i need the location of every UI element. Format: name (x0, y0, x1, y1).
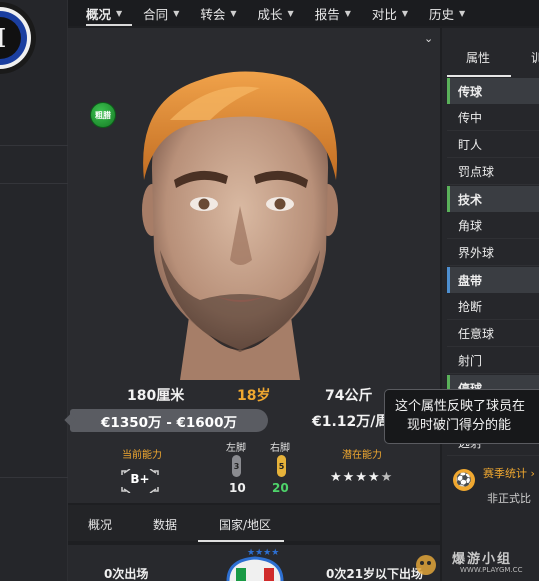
tab-stats[interactable]: 数据 (153, 516, 177, 533)
left-foot-icon-text: 3 (233, 461, 240, 471)
svg-text:★★★★: ★★★★ (247, 548, 279, 558)
attribute-row[interactable]: 盘带 (447, 267, 539, 293)
chevron-down-icon: ▼ (116, 8, 123, 18)
top-navigation: 概况 ▼ 合同 ▼ 转会 ▼ 成长 ▼ 报告 ▼ 对比 ▼ 历史 ▼ (68, 0, 539, 26)
nav-tab-contract[interactable]: 合同 ▼ (143, 4, 179, 23)
star-icon: ★ (330, 470, 343, 485)
attribute-label: 技术 (458, 192, 483, 207)
attribute-row[interactable]: 界外球 (447, 240, 539, 266)
sidebar-divider (0, 477, 68, 478)
star-icon: ★ (342, 470, 356, 485)
current-ability-value: B+ (130, 472, 150, 486)
chevron-down-icon: ▼ (344, 8, 351, 18)
svg-text:I: I (0, 24, 6, 54)
attributes-tab-indicator (447, 75, 511, 77)
tab-attributes[interactable]: 属性 (466, 49, 490, 66)
attribute-label: 射门 (458, 354, 483, 368)
player-face-image (142, 71, 338, 380)
left-foot-value: 10 (229, 481, 246, 495)
chevron-down-icon: ▼ (173, 8, 180, 18)
attribute-label: 罚点球 (458, 165, 495, 179)
national-team-crest-icon: ★★★★ (226, 548, 284, 581)
tab-training[interactable]: 训 (531, 49, 539, 66)
chevron-down-icon[interactable]: ⌄ (424, 32, 433, 45)
tab-nation[interactable]: 国家/地区 (219, 516, 271, 533)
attribute-row[interactable]: 角球 (447, 213, 539, 239)
watermark-url: WWW.PLAYGM.CC (460, 566, 523, 574)
nav-tab-label: 概况 (86, 6, 112, 22)
transfer-value-tag[interactable]: €1350万 - €1600万 (70, 409, 268, 432)
left-foot-icon: 3 (232, 455, 241, 477)
nav-tab-label: 合同 (143, 6, 169, 22)
attribute-label: 盘带 (458, 273, 483, 288)
nav-tab-development[interactable]: 成长 ▼ (258, 4, 294, 23)
left-foot-label: 左脚 (226, 443, 246, 454)
season-stats-subtitle: 非正式比 (487, 492, 531, 505)
tooltip-line: 这个属性反映了球员在 (395, 399, 526, 414)
attribute-row[interactable]: 罚点球 (447, 159, 539, 185)
right-foot-value: 20 (272, 481, 289, 495)
u21-caps-count: 0次21岁以下出场 (326, 567, 424, 581)
attribute-label: 界外球 (458, 246, 495, 260)
nav-tab-transfer[interactable]: 转会 ▼ (200, 4, 236, 23)
attribute-row[interactable]: 射门 (447, 348, 539, 374)
star-icon: ★ (355, 470, 368, 485)
attribute-label: 盯人 (458, 138, 483, 152)
attribute-row[interactable]: 传球 (447, 78, 539, 104)
attribute-row[interactable]: 盯人 (447, 132, 539, 158)
caps-count: 0次出场 (104, 567, 149, 581)
club-crest-icon: I (0, 2, 36, 74)
left-sidebar: I (0, 0, 68, 581)
player-age: 18岁 (237, 388, 271, 404)
right-foot-icon: 5 (277, 455, 286, 477)
chevron-down-icon: ▼ (401, 8, 409, 18)
star-icon: ★ (367, 470, 381, 485)
potential-stars-rating: ★★★★★ (330, 470, 393, 485)
attribute-label: 角球 (458, 219, 483, 233)
attribute-row[interactable]: 技术 (447, 186, 539, 212)
football-icon: ⚽ (453, 469, 475, 491)
attribute-row[interactable]: 抢断 (447, 294, 539, 320)
potential-ability-label: 潜在能力 (342, 450, 382, 461)
bottom-tab-bar: 概况 数据 国家/地区 (68, 505, 440, 541)
sidebar-divider (0, 145, 68, 146)
right-foot-icon-text: 5 (278, 461, 285, 471)
bottom-tab-active-indicator (198, 540, 284, 542)
chevron-down-icon: ▼ (230, 8, 237, 18)
attribute-label: 抢断 (458, 300, 483, 314)
nav-tab-label: 对比 (371, 6, 397, 22)
nav-tab-label: 历史 (429, 6, 455, 22)
player-height: 180厘米 (127, 388, 185, 404)
attribute-label: 传中 (458, 111, 483, 125)
current-ability-label: 当前能力 (122, 450, 162, 461)
nav-tab-overview[interactable]: 概况 ▼ (86, 4, 122, 23)
star-icon: ★ (380, 470, 394, 485)
attribute-label: 任意球 (458, 327, 495, 341)
nav-tab-label: 成长 (257, 6, 283, 22)
attribute-row[interactable]: 任意球 (447, 321, 539, 347)
nav-tab-label: 转会 (200, 6, 226, 22)
right-foot-label: 右脚 (270, 443, 290, 454)
player-wage: €1.12万/周 (312, 414, 390, 430)
nav-tab-reports[interactable]: 报告 ▼ (315, 4, 351, 23)
player-profile-screen: I 概况 ▼ 合同 ▼ 转会 ▼ 成长 ▼ 报告 ▼ 对比 ▼ 历史 ▼ ⌄ 粗腊 (0, 0, 539, 581)
position-badge-label: 粗腊 (95, 110, 111, 120)
tab-overview[interactable]: 概况 (88, 516, 112, 533)
player-weight: 74公斤 (325, 388, 373, 404)
nav-tab-compare[interactable]: 对比 ▼ (372, 4, 408, 23)
nav-tab-history[interactable]: 历史 ▼ (429, 4, 465, 23)
tooltip-line: 现时破门得分的能 (407, 418, 512, 433)
watermark-text: 爆游小组 (452, 552, 513, 567)
attribute-tooltip: 这个属性反映了球员在 现时破门得分的能 (384, 389, 539, 444)
sidebar-divider (0, 183, 68, 184)
attribute-label: 传球 (458, 84, 483, 99)
transfer-value-text: €1350万 - €1600万 (101, 414, 237, 431)
position-badge[interactable]: 粗腊 (90, 102, 116, 128)
chevron-down-icon: ▼ (287, 8, 294, 18)
season-stats-link[interactable]: 赛季统计 › (483, 465, 535, 481)
nav-active-indicator (86, 24, 132, 26)
nav-tab-label: 报告 (314, 6, 340, 22)
attribute-row[interactable]: 传中 (447, 105, 539, 131)
chevron-down-icon: ▼ (459, 8, 466, 18)
